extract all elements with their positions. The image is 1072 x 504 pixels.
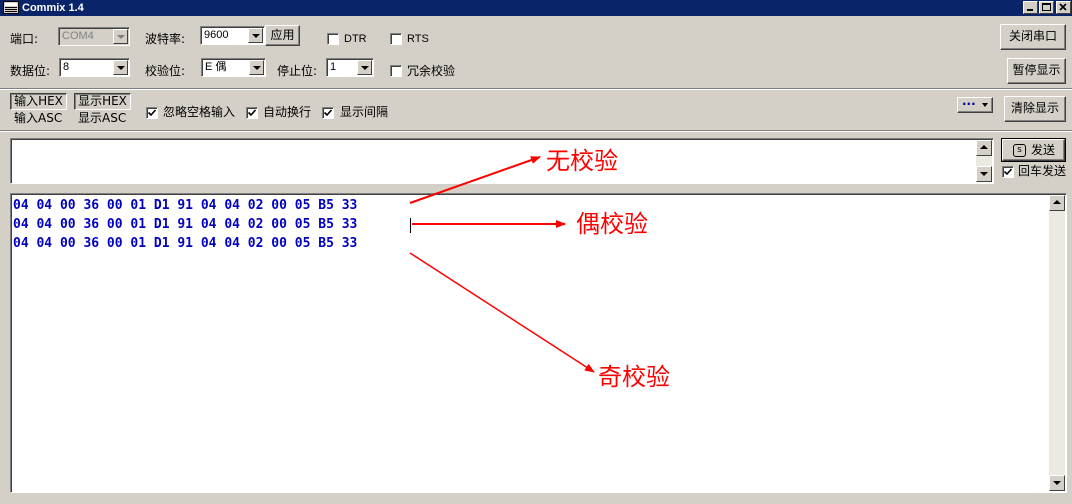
window-title: Commix 1.4 [22,2,84,14]
annotation-odd-parity: 奇校验 [598,363,670,391]
close-window-button[interactable] [1056,1,1071,14]
ignore-spaces-label: 忽略空格输入 [163,105,236,119]
baud-label: 波特率: [145,32,186,46]
show-interval-checkbox[interactable] [322,107,334,119]
maximize-button[interactable] [1039,1,1054,14]
data-bits-combo[interactable]: 8 [59,58,130,77]
dtr-checkbox[interactable] [327,33,339,45]
minimize-button[interactable] [1023,1,1038,14]
maximize-icon [1042,3,1051,11]
parity-value: E 偶 [205,61,227,73]
scroll-up-icon[interactable] [1049,195,1065,211]
parity-combo[interactable]: E 偶 [201,58,266,77]
baud-value: 9600 [204,29,229,41]
minimize-icon [1027,9,1033,11]
chevron-down-icon[interactable] [113,60,128,75]
ignore-spaces-checkbox[interactable] [146,107,158,119]
title-bar[interactable]: Commix 1.4 [0,0,1072,16]
data-bits-value: 8 [63,61,70,73]
annotation-even-parity: 偶校验 [576,210,648,238]
enter-send-label-clip: 回车发送 [1018,162,1072,180]
stop-bits-value: 1 [330,61,337,73]
chevron-down-icon[interactable] [357,60,372,75]
port-label: 端口: [10,32,39,46]
stop-bits-label: 停止位: [277,64,318,78]
data-bits-label: 数据位: [10,64,51,78]
stop-bits-combo[interactable]: 1 [326,58,374,77]
annotation-no-parity: 无校验 [546,147,618,175]
rts-label: RTS [407,33,429,45]
more-options-button[interactable]: ··· [957,97,993,113]
scroll-down-icon[interactable] [976,166,992,182]
input-asc-button[interactable]: 输入ASC [14,109,62,127]
receive-line: 04 04 00 36 00 01 D1 91 04 04 02 00 05 B… [13,198,358,213]
receive-line: 04 04 00 36 00 01 D1 91 04 04 02 00 05 B… [13,236,358,251]
send-input[interactable] [10,138,994,184]
receive-line: 04 04 00 36 00 01 D1 91 04 04 02 00 05 B… [13,217,358,232]
enter-send-checkbox[interactable] [1002,166,1014,178]
port-combo[interactable]: COM4 [58,27,130,46]
chevron-down-icon[interactable] [113,29,128,44]
send-hotkey-badge: s [1013,144,1026,157]
send-label: 发送 [1031,143,1056,157]
auto-newline-label: 自动换行 [263,105,312,119]
scroll-down-icon[interactable] [1049,475,1065,491]
close-port-button[interactable]: 关闭串口 [1000,24,1066,50]
more-options-dots: ··· [962,97,976,111]
parity-label: 校验位: [145,64,186,78]
port-value: COM4 [62,30,94,42]
redundant-check-checkbox[interactable] [390,65,402,77]
check-icon [1003,168,1013,176]
receive-scrollbar[interactable] [1049,195,1065,491]
chevron-down-icon [982,103,988,107]
baud-combo[interactable]: 9600 [200,26,265,45]
close-icon [1059,3,1067,11]
scroll-up-icon[interactable] [976,140,992,156]
input-hex-button[interactable]: 输入HEX [10,93,67,110]
chevron-down-icon[interactable] [249,60,264,75]
divider [0,130,1072,132]
chevron-down-icon[interactable] [248,28,263,43]
enter-send-label: 回车发送 [1018,164,1067,178]
display-hex-button[interactable]: 显示HEX [74,93,131,110]
dtr-label: DTR [344,33,367,45]
check-icon [323,109,333,117]
display-asc-button[interactable]: 显示ASC [78,109,126,127]
show-interval-label: 显示间隔 [340,105,389,119]
auto-newline-checkbox[interactable] [246,107,258,119]
app-icon [3,1,19,14]
commix-window: Commix 1.4 端口: COM4 波特率: 9600 应用 DTR RTS… [0,0,1072,504]
text-cursor [410,218,411,233]
pause-display-button[interactable]: 暂停显示 [1007,58,1066,84]
check-icon [247,109,257,117]
rts-checkbox[interactable] [390,33,402,45]
check-icon [147,109,157,117]
send-button[interactable]: s 发送 [1001,138,1066,162]
redundant-check-label: 冗余校验 [407,64,456,78]
apply-button[interactable]: 应用 [265,25,300,46]
send-input-scrollbar[interactable] [976,140,992,182]
divider [0,88,1072,90]
clear-display-button[interactable]: 清除显示 [1004,96,1066,122]
